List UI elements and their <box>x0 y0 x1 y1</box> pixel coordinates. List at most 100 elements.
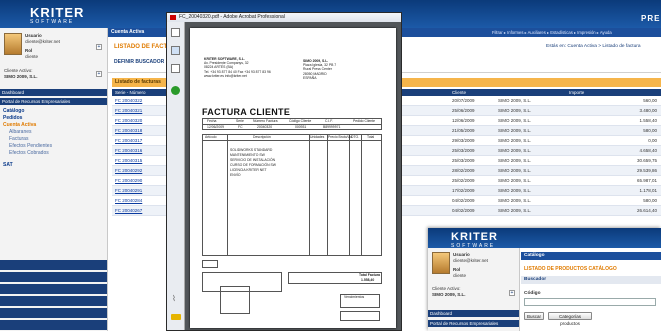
acrobat-window: FC_20040320.pdf - Adobe Acrobat Professi… <box>166 12 402 331</box>
attachment-icon[interactable]: ⌇ <box>172 294 176 303</box>
codigo-input[interactable] <box>524 298 656 306</box>
sidebar-item-efectos-cobrados[interactable]: Efectos Cobrados <box>3 150 103 157</box>
divider <box>227 135 228 256</box>
sidebar-item-albaranes[interactable]: Albaranes <box>3 129 103 136</box>
invoice-number[interactable]: FC 20040320 <box>115 116 142 125</box>
play-icon[interactable] <box>171 86 180 95</box>
acrobat-title: FC_20040320.pdf - Adobe Acrobat Professi… <box>179 14 285 20</box>
invoice-number[interactable]: FC 20040321 <box>115 106 142 115</box>
pdf-page: KRITER SOFTWARE, S.L. Av. Presidente Com… <box>190 28 396 328</box>
search-button[interactable]: Buscar <box>524 312 544 320</box>
bookmarks-icon[interactable] <box>171 46 180 55</box>
acrobat-titlebar[interactable]: FC_20040320.pdf - Adobe Acrobat Professi… <box>167 13 401 22</box>
sidebar-item-pedidos[interactable]: Pedidos <box>3 115 103 122</box>
invoice-client: SIMO 2009, S.L. <box>498 158 532 163</box>
invoice-number[interactable]: FC 20040318 <box>115 126 142 135</box>
sidebar-item-cuenta-activa[interactable]: Cuenta Activa <box>3 122 103 129</box>
invoice-amount: 0,00 <box>648 138 657 143</box>
menu-item-impresion[interactable]: Impresión <box>577 30 595 35</box>
logo: KRITER SOFTWARE <box>30 5 85 25</box>
divider <box>203 140 382 141</box>
invoice-client: SIMO 2009, S.L. <box>498 198 532 203</box>
sidebar-portal[interactable]: Portal de Recursos Empresariales <box>0 98 107 105</box>
sidebar-panel[interactable] <box>0 320 107 330</box>
invoice-number[interactable]: FC 20040290 <box>115 176 142 185</box>
menu-item-estadisticas[interactable]: Estadísticas <box>550 30 573 35</box>
vencimientos-label: Vencimientos <box>344 295 365 299</box>
line-desc: SERVICIO DE INSTALACIÓN <box>230 158 276 162</box>
col-importe[interactable]: Importe <box>569 89 584 96</box>
section-label: Cuenta Activa <box>111 29 145 35</box>
invoice-date: 20/07/2009 <box>452 98 475 103</box>
rol-value: cliente <box>25 53 39 59</box>
sidebar-dashboard[interactable]: Dashboard <box>428 310 519 317</box>
client-value: SIMO 2009, S.L. <box>4 73 38 79</box>
sidebar-panel[interactable] <box>0 272 107 282</box>
invoice-amount: 560,00 <box>643 98 657 103</box>
head-col: C.I.F. <box>325 119 333 123</box>
invoice-number[interactable]: FC 20040317 <box>115 136 142 145</box>
line-desc: ENVÍO <box>230 173 241 177</box>
invoice-client: SIMO 2009, S.L. <box>498 208 532 213</box>
search-label: DEFINIR BUSCADOR <box>114 59 165 65</box>
expand-icon[interactable]: + <box>509 290 515 296</box>
sidebar-panel[interactable] <box>0 284 107 294</box>
client-label: Cliente Activo: <box>4 68 33 73</box>
invoice-number[interactable]: FC 20040315 <box>115 156 142 165</box>
sidebar-panel[interactable] <box>0 308 107 318</box>
invoice-number[interactable]: FC 20040322 <box>115 96 142 105</box>
line-col: Artículo <box>205 135 217 139</box>
pdf-icon <box>170 15 176 20</box>
line-col: Precio Bruto/Ud. <box>328 135 353 139</box>
user-email: cliente@kriter.net <box>25 38 60 44</box>
client-label: Cliente Activo: <box>432 286 461 291</box>
sidebar-panel[interactable] <box>0 296 107 306</box>
categories-button[interactable]: Categorías productos <box>548 312 592 326</box>
invoice-date: 12/06/2009 <box>452 118 475 123</box>
line-col: Unidades <box>310 135 325 139</box>
invoice-client: SIMO 2009, S.L. <box>498 188 532 193</box>
invoice-number[interactable]: FC 20040291 <box>115 186 142 195</box>
divider <box>203 124 382 125</box>
sidebar-item-sat[interactable]: SAT <box>3 162 103 169</box>
expand-icon[interactable]: + <box>96 44 102 50</box>
menu-item-filtrar[interactable]: Filtrar <box>492 30 503 35</box>
sidebar-menu: Catálogo Pedidos Cuenta Activa Albaranes… <box>3 108 103 169</box>
menu-item-auxiliares[interactable]: Auxiliares <box>528 30 546 35</box>
tax-box: Total Factura 1.558,40 <box>288 272 382 284</box>
invoice-number[interactable]: FC 20040292 <box>115 166 142 175</box>
expand-icon[interactable]: + <box>96 71 102 77</box>
vencimientos-box: Vencimientos <box>340 294 380 308</box>
client-addr: Rural Press Center <box>303 67 332 72</box>
buscador-bar: Buscador <box>521 276 661 284</box>
signatures-icon[interactable] <box>171 64 180 73</box>
sidebar-item-efectos-pendientes[interactable]: Efectos Pendientes <box>3 143 103 150</box>
col-cliente[interactable]: Cliente <box>452 89 466 96</box>
sidebar-item-catalogo[interactable]: Catálogo <box>3 108 103 115</box>
invoice-client: SIMO 2009, S.L. <box>498 148 532 153</box>
breadcrumb: Estás en: Cuenta Activa > Listado de fac… <box>546 44 641 49</box>
comment-icon[interactable] <box>171 314 181 320</box>
page-title: LISTADO DE PRODUCTOS CATÁLOGO <box>524 266 617 272</box>
sidebar-dashboard[interactable]: Dashboard <box>0 89 107 96</box>
client-box: Cliente Activo: SIMO 2009, S.L. <box>432 286 466 297</box>
second-window: KRITER SOFTWARE Usuario cliente@kriter.n… <box>428 228 661 331</box>
col-serie[interactable]: Serie - Número <box>115 89 146 96</box>
invoice-date: 25/03/2009 <box>452 158 475 163</box>
pages-icon[interactable] <box>171 28 180 37</box>
invoice-amount: 4.658,40 <box>639 148 657 153</box>
sidebar-panel[interactable] <box>0 260 107 270</box>
header-table: Fecha Serie Número Factura Código Client… <box>202 118 382 130</box>
sidebar-item-facturas[interactable]: Facturas <box>3 136 103 143</box>
user-email: cliente@kriter.net <box>453 257 488 263</box>
logo: KRITER SOFTWARE <box>451 231 498 250</box>
sidebar: Usuario cliente@kriter.net Rol cliente +… <box>0 28 108 331</box>
invoice-heading: FACTURA CLIENTE <box>202 107 291 117</box>
invoice-number[interactable]: FC 20040267 <box>115 206 142 215</box>
menu-item-informes[interactable]: Informes <box>507 30 523 35</box>
invoice-number[interactable]: FC 20040284 <box>115 196 142 205</box>
menu-item-ayuda[interactable]: Ayuda <box>600 30 612 35</box>
sidebar-portal[interactable]: Portal de Recursos Empresariales <box>428 320 519 327</box>
line-desc: CURSO DE FORMACIÓN SW <box>230 163 276 167</box>
invoice-number[interactable]: FC 20040316 <box>115 146 142 155</box>
